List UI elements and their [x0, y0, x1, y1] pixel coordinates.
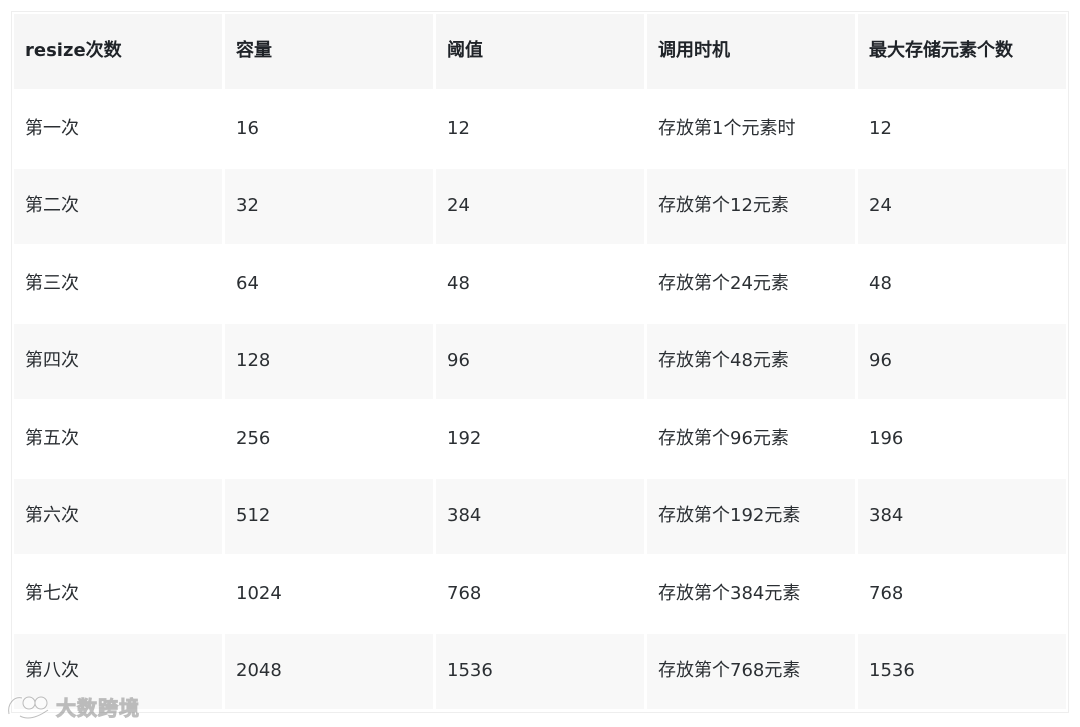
cell-capacity: 16 [225, 91, 433, 166]
cell-capacity: 2048 [225, 634, 433, 709]
table-row: 第六次 512 384 存放第个192元素 384 [14, 479, 1066, 554]
cell-trigger-time: 存放第个768元素 [647, 634, 855, 709]
table-row: 第四次 128 96 存放第个48元素 96 [14, 324, 1066, 399]
header-trigger-time: 调用时机 [647, 14, 855, 89]
cell-max-elements: 12 [858, 91, 1066, 166]
cell-trigger-time: 存放第个24元素 [647, 246, 855, 321]
cell-max-elements: 24 [858, 169, 1066, 244]
cell-resize-count: 第六次 [14, 479, 222, 554]
cell-max-elements: 384 [858, 479, 1066, 554]
header-max-elements: 最大存储元素个数 [858, 14, 1066, 89]
header-threshold: 阈值 [436, 14, 644, 89]
cell-max-elements: 96 [858, 324, 1066, 399]
cell-threshold: 12 [436, 91, 644, 166]
table-body: 第一次 16 12 存放第1个元素时 12 第二次 32 24 存放第个12元素… [14, 91, 1066, 709]
header-capacity: 容量 [225, 14, 433, 89]
cell-max-elements: 1536 [858, 634, 1066, 709]
cell-capacity: 128 [225, 324, 433, 399]
cell-resize-count: 第三次 [14, 246, 222, 321]
cell-resize-count: 第二次 [14, 169, 222, 244]
header-resize-count: resize次数 [14, 14, 222, 89]
cell-trigger-time: 存放第个12元素 [647, 169, 855, 244]
cell-capacity: 64 [225, 246, 433, 321]
cell-resize-count: 第八次 [14, 634, 222, 709]
cell-max-elements: 196 [858, 401, 1066, 476]
cell-threshold: 1536 [436, 634, 644, 709]
cell-max-elements: 48 [858, 246, 1066, 321]
resize-table-frame: resize次数 容量 阈值 调用时机 最大存储元素个数 第一次 16 12 存… [11, 11, 1069, 713]
table-row: 第七次 1024 768 存放第个384元素 768 [14, 556, 1066, 631]
header-row: resize次数 容量 阈值 调用时机 最大存储元素个数 [14, 14, 1066, 89]
cell-threshold: 24 [436, 169, 644, 244]
cell-trigger-time: 存放第个96元素 [647, 401, 855, 476]
table-row: 第五次 256 192 存放第个96元素 196 [14, 401, 1066, 476]
cell-threshold: 48 [436, 246, 644, 321]
cell-threshold: 192 [436, 401, 644, 476]
table-row: 第三次 64 48 存放第个24元素 48 [14, 246, 1066, 321]
cell-capacity: 256 [225, 401, 433, 476]
resize-table: resize次数 容量 阈值 调用时机 最大存储元素个数 第一次 16 12 存… [11, 11, 1069, 712]
cell-resize-count: 第七次 [14, 556, 222, 631]
cell-trigger-time: 存放第个48元素 [647, 324, 855, 399]
cell-trigger-time: 存放第1个元素时 [647, 91, 855, 166]
cell-trigger-time: 存放第个192元素 [647, 479, 855, 554]
cell-capacity: 1024 [225, 556, 433, 631]
cell-resize-count: 第一次 [14, 91, 222, 166]
cell-resize-count: 第四次 [14, 324, 222, 399]
cell-trigger-time: 存放第个384元素 [647, 556, 855, 631]
cell-threshold: 96 [436, 324, 644, 399]
cell-threshold: 384 [436, 479, 644, 554]
table-header: resize次数 容量 阈值 调用时机 最大存储元素个数 [14, 14, 1066, 89]
table-row: 第一次 16 12 存放第1个元素时 12 [14, 91, 1066, 166]
table-row: 第二次 32 24 存放第个12元素 24 [14, 169, 1066, 244]
cell-capacity: 512 [225, 479, 433, 554]
cell-threshold: 768 [436, 556, 644, 631]
cell-capacity: 32 [225, 169, 433, 244]
cell-max-elements: 768 [858, 556, 1066, 631]
table-row: 第八次 2048 1536 存放第个768元素 1536 [14, 634, 1066, 709]
cell-resize-count: 第五次 [14, 401, 222, 476]
